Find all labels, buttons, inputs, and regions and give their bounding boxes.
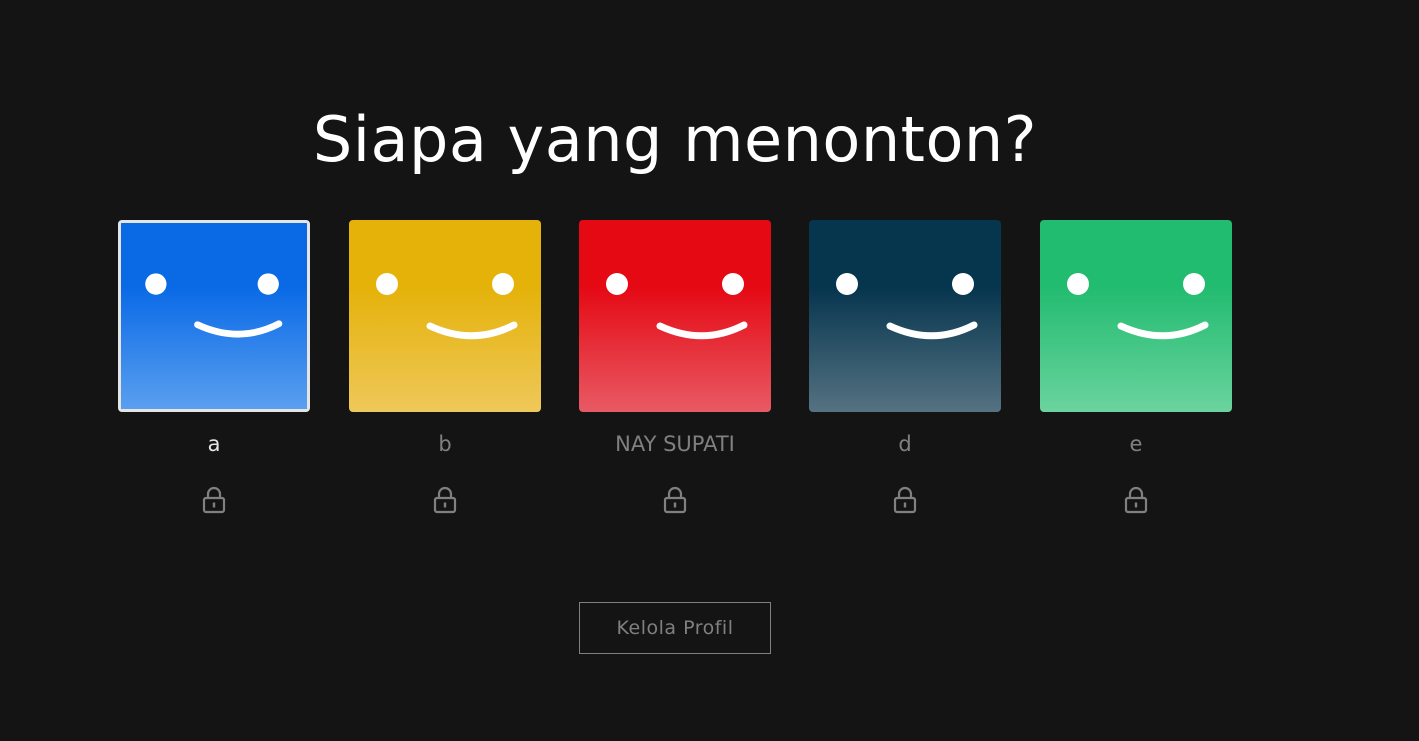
- lock-icon: [202, 486, 226, 514]
- lock-icon: [433, 486, 457, 514]
- profile-b[interactable]: b: [349, 220, 541, 518]
- profile-a[interactable]: a: [118, 220, 310, 518]
- profile-avatar[interactable]: [579, 220, 771, 412]
- page-title: Siapa yang menonton?: [312, 103, 1038, 176]
- profile-name: b: [438, 432, 452, 456]
- profile-name: e: [1129, 432, 1143, 456]
- profile-name: d: [898, 432, 912, 456]
- profile-name: a: [207, 432, 221, 456]
- lock-icon: [663, 486, 687, 514]
- smiley-avatar-icon: [1040, 220, 1232, 412]
- lock-icon: [1124, 486, 1148, 514]
- profile-nay-supati[interactable]: NAY SUPATI: [579, 220, 771, 518]
- profile-avatar[interactable]: [809, 220, 1001, 412]
- smiley-avatar-icon: [121, 223, 307, 409]
- profile-d[interactable]: d: [809, 220, 1001, 518]
- profile-name: NAY SUPATI: [615, 432, 735, 456]
- profile-e[interactable]: e: [1040, 220, 1232, 518]
- lock-icon: [893, 486, 917, 514]
- profile-gate: Siapa yang menonton? a b NAY SUPATI d e …: [0, 0, 1419, 741]
- manage-profiles-button[interactable]: Kelola Profil: [579, 602, 771, 654]
- smiley-avatar-icon: [809, 220, 1001, 412]
- profile-avatar[interactable]: [349, 220, 541, 412]
- profile-avatar[interactable]: [1040, 220, 1232, 412]
- profile-avatar[interactable]: [118, 220, 310, 412]
- smiley-avatar-icon: [579, 220, 771, 412]
- smiley-avatar-icon: [349, 220, 541, 412]
